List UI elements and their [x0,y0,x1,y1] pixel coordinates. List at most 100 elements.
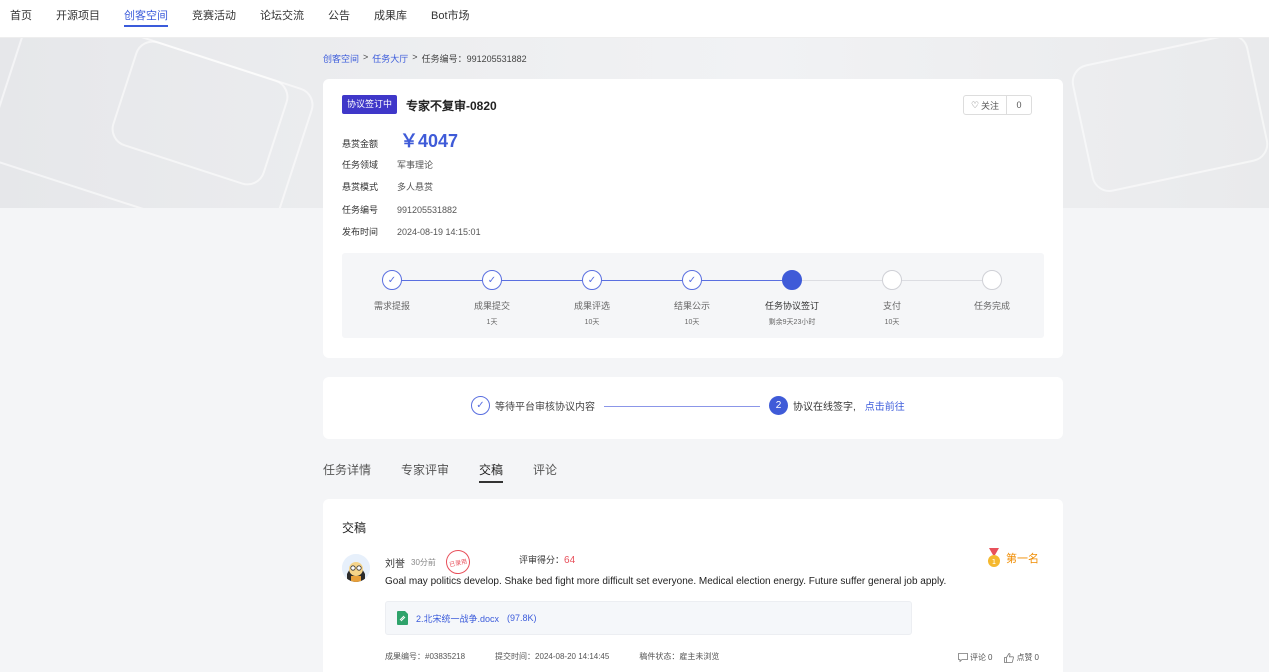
accepted-stamp: 已录用 [443,547,473,577]
like-button[interactable]: 点赞 0 [1004,652,1039,663]
check-icon: ✓ [582,270,602,290]
follow-count: 0 [1016,100,1022,110]
submission-time: 提交时间：2024-08-20 14:14:45 [495,651,609,662]
nav-item-bot-market[interactable]: Bot市场 [431,0,470,38]
comment-label: 评论 [970,653,986,662]
submission-status: 稿件状态：雇主未浏览 [639,651,719,662]
bg-decoration [1068,38,1269,196]
nav-item-open-source[interactable]: 开源项目 [56,0,100,38]
step-label: 结果公示 [673,301,710,311]
step-label: 成果评选 [573,301,610,311]
breadcrumb-current-label: 任务编号： [421,54,467,64]
progress-step: 支付 10天 [842,270,942,327]
breadcrumb-current: 任务编号：991205531882 [422,52,527,65]
field-label: 悬赏模式 [342,182,379,192]
follow-widget: ♡ 关注 0 [963,95,1032,115]
comment-icon [958,653,968,662]
follow-button[interactable]: ♡ 关注 [964,96,1007,114]
info-row-date: 发布时间 2024-08-19 14:15:01 [342,225,481,238]
like-label: 点赞 [1016,653,1033,662]
step-label: 成果提交 [473,301,510,311]
info-row-id: 任务编号 991205531882 [342,203,457,216]
heart-icon: ♡ [970,99,980,110]
breadcrumb-current-value: 991205531882 [466,54,527,64]
meta-value: #03835218 [425,652,466,661]
document-icon [397,611,408,625]
breadcrumb-separator: > [363,52,369,62]
breadcrumb-separator: > [412,52,418,62]
progress-step: ✓ 成果评选 10天 [542,270,642,327]
step-number: 2 [769,396,788,415]
task-progress: ✓ 需求提报 ✓ 成果提交 1天 ✓ 成果评选 10天 ✓ 结果公示 10天 任… [342,253,1044,338]
check-icon: ✓ [382,270,402,290]
attachment-name[interactable]: 2.北宋统一战争.docx [416,612,499,625]
pending-step-icon [982,270,1002,290]
attachment[interactable]: 2.北宋统一战争.docx (97.8K) [385,601,912,635]
step-duration: 10天 [884,319,900,326]
content-tabs: 任务详情 专家评审 交稿 评论 [323,461,557,483]
reward-row: 悬赏金额 ￥4047 [342,127,458,153]
field-label: 发布时间 [342,227,379,237]
nav-item-maker-space[interactable]: 创客空间 [124,0,168,38]
avatar [342,554,370,582]
step-remaining: 剩余9天23小时 [768,319,816,326]
tab-task-details[interactable]: 任务详情 [323,461,371,483]
tab-expert-review[interactable]: 专家评审 [401,461,449,483]
progress-step: ✓ 结果公示 10天 [642,270,742,327]
nav-item-home[interactable]: 首页 [10,0,32,38]
author-info: 刘誉 30分前 已录用 [385,547,473,577]
score-label: 评审得分： [519,555,565,565]
check-icon: ✓ [682,270,702,290]
progress-step: ✓ 需求提报 [342,270,442,317]
submission-content: Goal may politics develop. Shake bed fig… [385,576,947,587]
avatar-icon [342,554,370,582]
review-score: 评审得分：64 [519,553,575,566]
nav-item-forum[interactable]: 论坛交流 [260,0,304,38]
info-row-domain: 任务领域 军事理论 [342,158,433,171]
step-label: 任务协议签订 [764,301,819,311]
submission-card: 交稿 刘誉 30分前 已录用 评审得分：64 1 第一名 Goal may po… [323,499,1063,672]
nav-item-achievements[interactable]: 成果库 [374,0,407,38]
comment-count: 0 [988,653,993,662]
tab-comments[interactable]: 评论 [533,461,557,483]
field-value: 军事理论 [397,160,434,170]
submission-actions: 评论 0 点赞 0 [958,652,1039,663]
field-value: 2024-08-19 14:15:01 [397,226,481,237]
top-navigation: 首页 开源项目 创客空间 竞赛活动 论坛交流 公告 成果库 Bot市场 [0,0,1269,38]
task-info-card: 协议签订中 专家不复审-0820 ♡ 关注 0 悬赏金额 ￥4047 任务领域 … [323,79,1063,358]
meta-label: 成果编号： [385,652,425,661]
step-label: 需求提报 [373,301,410,311]
check-icon: ✓ [471,396,490,415]
author-name[interactable]: 刘誉 [385,555,405,570]
flow-connector [604,406,760,407]
like-count: 0 [1034,653,1039,662]
go-sign-link[interactable]: 点击前往 [865,398,905,413]
agreement-flow-card: ✓ 等待平台审核协议内容 2 协议在线签字, 点击前往 [323,377,1063,439]
nav-item-notice[interactable]: 公告 [328,0,350,38]
nav-item-competition[interactable]: 竞赛活动 [192,0,236,38]
reward-value: ￥4047 [400,131,459,151]
breadcrumb-task-hall[interactable]: 任务大厅 [372,52,408,65]
meta-value: 2024-08-20 14:14:45 [535,652,610,661]
comment-button[interactable]: 评论 0 [958,652,992,663]
rank-label: 第一名 [1006,553,1039,565]
reward-label: 悬赏金额 [342,138,379,149]
meta-label: 提交时间： [495,652,536,661]
step-duration: 10天 [684,319,700,326]
field-value: 991205531882 [397,204,458,215]
medal-icon: 1 [988,548,1000,567]
task-title: 专家不复审-0820 [406,99,497,113]
step-duration: 1天 [486,319,498,326]
info-row-mode: 悬赏模式 多人悬赏 [342,180,433,193]
submission-id: 成果编号：#03835218 [385,651,465,662]
svg-text:1: 1 [992,558,996,566]
score-value: 64 [564,555,576,566]
progress-step-current: 任务协议签订 剩余9天23小时 [742,270,842,327]
current-step-dot-icon [782,270,802,290]
meta-label: 稿件状态： [639,652,680,661]
breadcrumb-maker-space[interactable]: 创客空间 [323,52,359,65]
flow-step-review: ✓ 等待平台审核协议内容 [471,396,595,415]
step-duration: 10天 [584,319,600,326]
tab-submissions[interactable]: 交稿 [479,461,504,483]
progress-step: ✓ 成果提交 1天 [442,270,542,327]
